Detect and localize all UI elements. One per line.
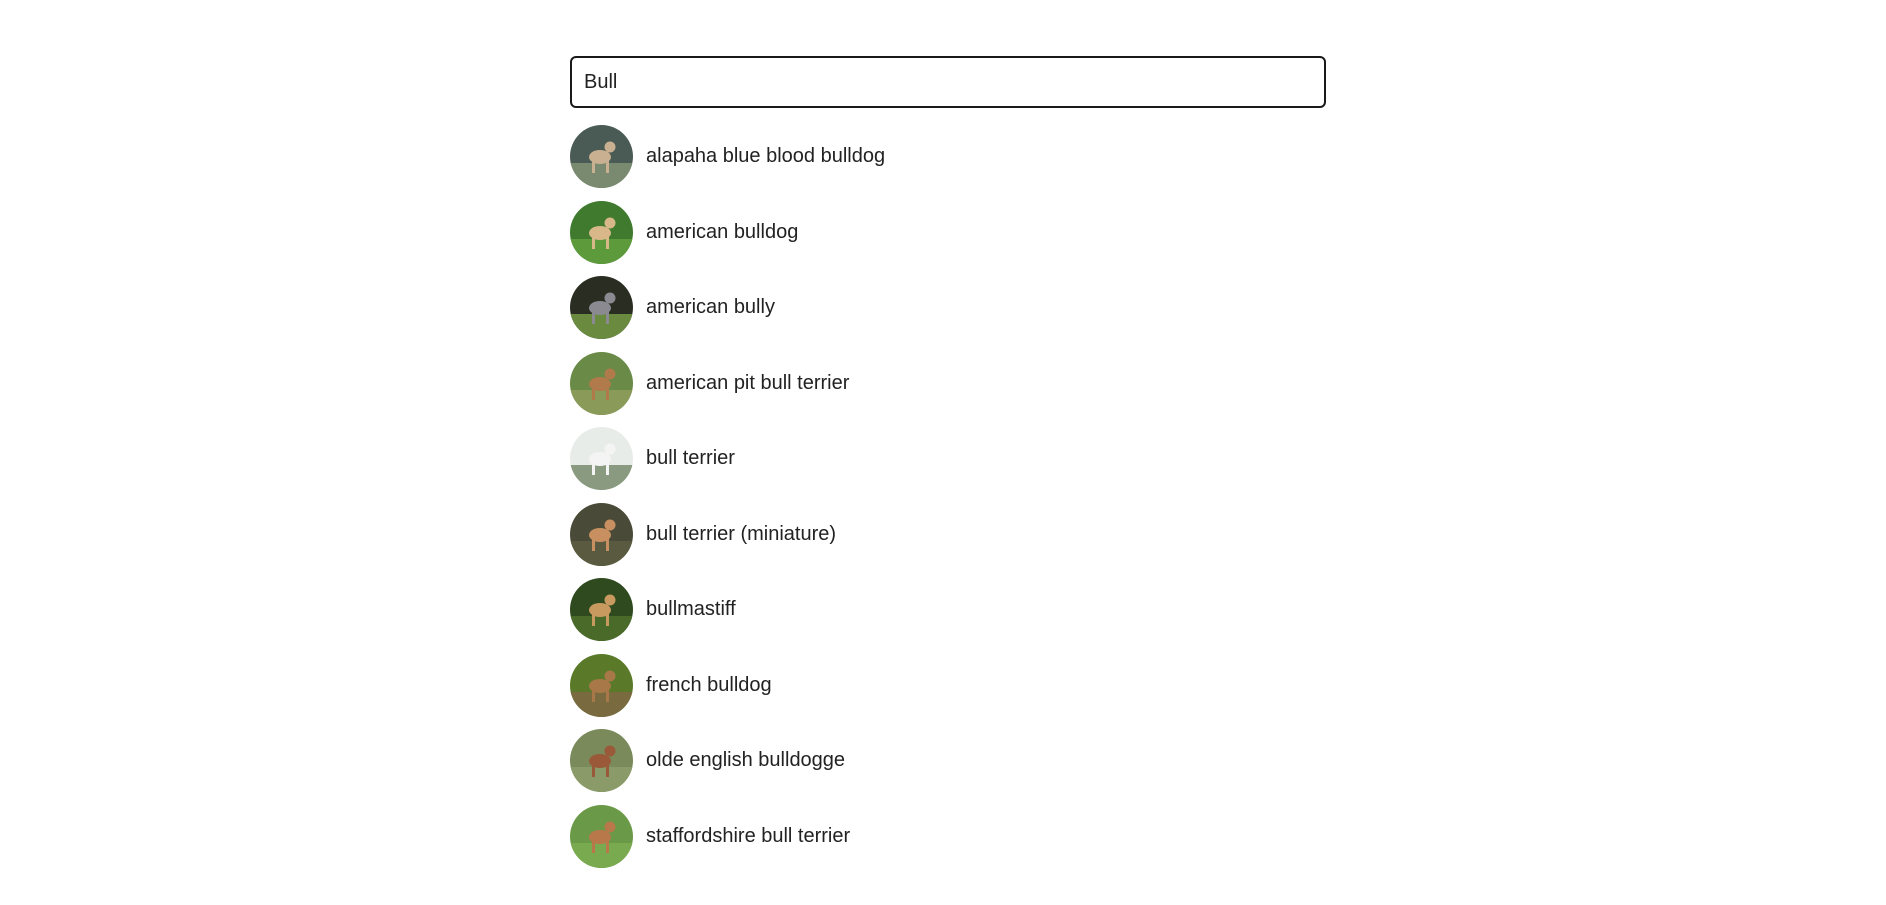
result-item[interactable]: french bulldog [570, 648, 1326, 724]
dog-photo-icon [570, 276, 633, 340]
result-label: olde english bulldogge [646, 749, 846, 772]
dog-photo-icon [570, 729, 633, 793]
result-label: french bulldog [646, 673, 772, 696]
result-label: american pit bull terrier [646, 371, 850, 394]
dog-photo-icon [570, 502, 633, 566]
dog-photo-icon [570, 804, 633, 868]
dog-photo-icon [570, 578, 633, 642]
result-label: bull terrier (miniature) [646, 522, 837, 545]
search-input[interactable] [584, 70, 1312, 94]
result-label: staffordshire bull terrier [646, 824, 851, 847]
result-item[interactable]: american pit bull terrier [570, 346, 1326, 422]
result-item[interactable]: american bulldog [570, 195, 1326, 271]
result-item[interactable]: olde english bulldogge [570, 723, 1326, 799]
result-label: bull terrier [646, 447, 735, 470]
result-label: alapaha blue blood bulldog [646, 145, 886, 168]
result-item[interactable]: american bully [570, 270, 1326, 346]
dog-photo-icon [570, 427, 633, 491]
result-item[interactable]: staffordshire bull terrier [570, 799, 1326, 875]
dog-photo-icon [570, 351, 633, 415]
result-label: american bulldog [646, 220, 799, 243]
result-item[interactable]: alapaha blue blood bulldog [570, 119, 1326, 195]
result-label: american bully [646, 296, 775, 319]
dog-photo-icon [570, 125, 633, 189]
result-item[interactable]: bull terrier (miniature) [570, 497, 1326, 573]
result-item[interactable]: bullmastiff [570, 572, 1326, 648]
dog-photo-icon [570, 653, 633, 717]
dog-photo-icon [570, 200, 633, 264]
search-box[interactable] [570, 56, 1326, 108]
results-list: alapaha blue blood bulldog american bulld… [570, 119, 1326, 874]
breed-search: alapaha blue blood bulldog american bulld… [570, 56, 1326, 874]
result-item[interactable]: bull terrier [570, 421, 1326, 497]
result-label: bullmastiff [646, 598, 736, 621]
